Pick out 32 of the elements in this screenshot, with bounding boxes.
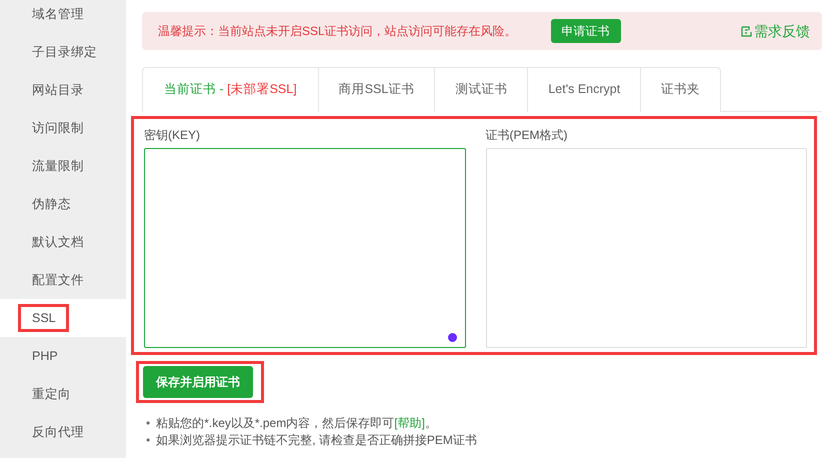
field-label: 密钥(KEY) bbox=[144, 126, 202, 144]
tab[interactable]: 证书夹 bbox=[641, 67, 722, 112]
tab[interactable]: 当前证书 - [未部署SSL] bbox=[142, 67, 319, 112]
dot-icon bbox=[448, 332, 456, 342]
sidebar-item[interactable]: PHP bbox=[0, 337, 126, 375]
sidebar-item[interactable]: 访问限制 bbox=[0, 109, 126, 147]
sidebar-item[interactable]: 子目录绑定 bbox=[0, 33, 126, 71]
note-text: 粘贴您的*.key以及*.pem内容，然后保存即可[帮助]。 bbox=[156, 414, 437, 432]
field-label: 证书(PEM格式) bbox=[486, 126, 568, 144]
alert-text: 温馨提示：当前站点未开启SSL证书访问，站点访问可能存在风险。 bbox=[158, 23, 517, 40]
key-textarea[interactable] bbox=[144, 148, 466, 348]
sidebar-item[interactable]: 伪静态 bbox=[0, 185, 126, 223]
certificate-textarea[interactable] bbox=[486, 148, 807, 348]
apply-certificate-button[interactable]: 申请证书 bbox=[550, 19, 621, 43]
edit-icon bbox=[741, 26, 752, 36]
bullet-icon: • bbox=[146, 432, 150, 449]
sidebar-item[interactable]: 默认文档 bbox=[0, 223, 126, 261]
sidebar-item[interactable]: 域名管理 bbox=[0, 0, 126, 33]
sidebar-item[interactable]: SSL bbox=[0, 299, 126, 337]
sidebar-item[interactable]: 重定向 bbox=[0, 375, 126, 413]
sidebar-item[interactable]: 流量限制 bbox=[0, 147, 126, 185]
tab[interactable]: 测试证书 bbox=[435, 67, 528, 112]
sidebar-item[interactable]: 配置文件 bbox=[0, 261, 126, 299]
bullet-icon: • bbox=[146, 414, 150, 432]
help-link[interactable]: [帮助] bbox=[394, 416, 425, 430]
save-enable-certificate-button[interactable]: 保存并启用证书 bbox=[143, 366, 253, 398]
note-text: 如果浏览器提示证书链不完整, 请检查是否正确拼接PEM证书 bbox=[156, 432, 477, 449]
sidebar-item[interactable]: 网站目录 bbox=[0, 71, 126, 109]
tab[interactable]: Let's Encrypt bbox=[528, 67, 642, 112]
sidebar-item[interactable]: 反向代理 bbox=[0, 413, 126, 451]
highlight-frame: SSL bbox=[18, 304, 69, 332]
tab[interactable]: 商用SSL证书 bbox=[318, 67, 436, 112]
